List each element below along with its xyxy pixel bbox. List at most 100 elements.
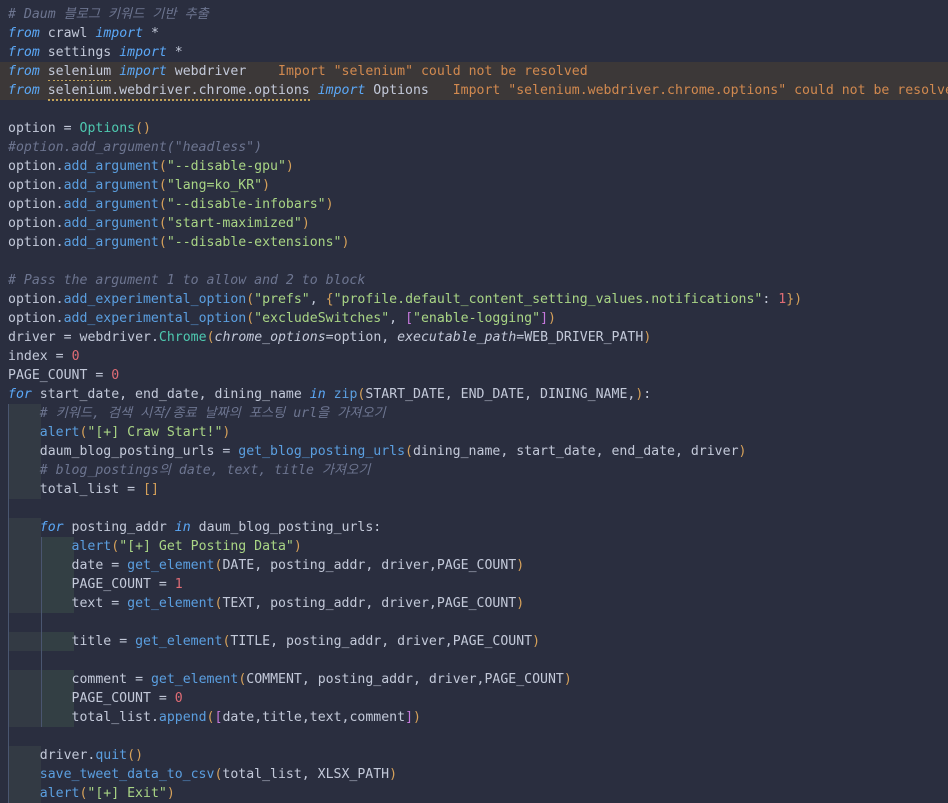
alert-get-posting-data: "[+] Get Posting Data" [119,539,294,554]
code-line-39-blank [0,727,948,746]
import-star: * [150,26,159,41]
function-get-element: get_element [150,672,239,687]
code-line-36[interactable]: comment = get_element(COMMENT, posting_a… [0,670,948,689]
function-get-element: get_element [135,634,223,649]
code-line-31[interactable]: PAGE_COUNT = 1 [0,575,948,594]
keyword-import: import [119,45,167,60]
arg-start-maximized: "start-maximized" [166,216,302,231]
code-line-17[interactable]: option.add_experimental_option("excludeS… [0,309,948,328]
code-line-19[interactable]: index = 0 [0,347,948,366]
keyword-for: for [39,520,64,535]
kwarg-chrome-options: chrome_options [214,330,326,345]
assign-operator: = [158,577,167,592]
keyword-from: from [8,64,40,79]
comment-keyword-date-url: # 키워드, 검색 시작/종료 날짜의 포스팅 url을 가져오기 [8,406,386,421]
assign-operator: = [95,368,104,383]
code-line-34[interactable]: title = get_element(TITLE, posting_addr,… [0,632,948,651]
save-csv-args: total_list, XLSX_PATH [222,767,390,782]
keyword-import: import [95,26,144,41]
code-line-26[interactable]: total_list = [] [0,480,948,499]
comment-text: # 키워드, 검색 시작/종료 날짜의 포스팅 url을 가져오기 [39,406,386,421]
obj-option: option [8,178,56,193]
var-option: option [8,121,56,136]
code-line-25[interactable]: # blog_postings의 date, text, title 가져오기 [0,461,948,480]
import-star: * [174,45,183,60]
code-line-1[interactable]: # Daum 블로그 키워드 기반 추출 [0,5,948,24]
code-line-21[interactable]: for start_date, end_date, dining_name in… [0,385,948,404]
method-add-argument: add_argument [63,197,159,212]
obj-option: option [8,197,56,212]
obj-option: option [8,216,56,231]
alert-craw-start: "[+] Craw Start!" [87,425,223,440]
code-line-7[interactable]: option = Options() [0,119,948,138]
dot: . [55,216,64,231]
code-line-4[interactable]: from selenium import webdriver Import "s… [0,62,948,82]
code-line-6-blank [0,100,948,119]
method-append: append [158,710,207,725]
keyword-from: from [8,26,40,41]
empty-list-literal: [] [143,482,159,497]
code-line-22[interactable]: # 키워드, 검색 시작/종료 날짜의 포스팅 url을 가져오기 [0,404,948,423]
assign-operator: = [111,558,120,573]
value-page-count: 1 [174,577,183,592]
dot: . [55,197,64,212]
code-line-15[interactable]: # Pass the argument 1 to allow and 2 to … [0,271,948,290]
assign-operator: = [111,596,120,611]
diagnostic-message-selenium: Import "selenium" could not be resolved [278,64,588,79]
code-line-41[interactable]: save_tweet_data_to_csv(total_list, XLSX_… [0,765,948,784]
code-line-13[interactable]: option.add_argument("--disable-extension… [0,233,948,252]
var-page-count: PAGE_COUNT [8,368,88,383]
comment-headless: #option.add_argument("headless") [8,140,263,155]
zip-args: START_DATE, END_DATE, DINING_NAME, [365,387,636,402]
get-element-args-date: DATE, posting_addr, driver,PAGE_COUNT [222,558,517,573]
var-daum-blog-posting-urls: daum_blog_posting_urls [39,444,215,459]
code-line-11[interactable]: option.add_argument("--disable-infobars"… [0,195,948,214]
code-line-10[interactable]: option.add_argument("lang=ko_KR") [0,176,948,195]
code-line-30[interactable]: date = get_element(DATE, posting_addr, d… [0,556,948,575]
code-line-24[interactable]: daum_blog_posting_urls = get_blog_postin… [0,442,948,461]
code-line-38[interactable]: total_list.append([date,title,text,comme… [0,708,948,727]
paren-close: ) [143,121,151,136]
code-line-40[interactable]: driver.quit() [0,746,948,765]
code-line-18[interactable]: driver = webdriver.Chrome(chrome_options… [0,328,948,347]
code-line-12[interactable]: option.add_argument("start-maximized") [0,214,948,233]
code-line-2[interactable]: from crawl import * [0,24,948,43]
method-add-argument: add_argument [63,235,159,250]
var-index: index [8,349,48,364]
code-line-33-blank [0,613,948,632]
arg-exclude-switches: "excludeSwitches" [254,311,390,326]
code-line-14-blank [0,252,948,271]
obj-option: option [8,159,56,174]
code-line-16[interactable]: option.add_experimental_option("prefs", … [0,290,948,309]
code-line-3[interactable]: from settings import * [0,43,948,62]
code-line-5[interactable]: from selenium.webdriver.chrome.options i… [0,81,948,101]
code-editor[interactable]: # Daum 블로그 키워드 기반 추출 from crawl import *… [0,0,948,803]
prefs-dict-key: "profile.default_content_setting_values.… [333,292,763,307]
code-line-29[interactable]: alert("[+] Get Posting Data") [0,537,948,556]
code-line-32[interactable]: text = get_element(TEXT, posting_addr, d… [0,594,948,613]
function-alert: alert [39,425,80,440]
dot: . [55,235,64,250]
code-line-37[interactable]: PAGE_COUNT = 0 [0,689,948,708]
get-blog-posting-urls-args: dining_name, start_date, end_date, drive… [412,444,739,459]
code-line-27-blank [0,499,948,518]
code-line-23[interactable]: alert("[+] Craw Start!") [0,423,948,442]
code-line-8[interactable]: #option.add_argument("headless") [0,138,948,157]
loop-iterable-urls: daum_blog_posting_urls [198,520,374,535]
loop-target-posting-addr: posting_addr [71,520,167,535]
method-quit: quit [95,748,128,763]
code-line-20[interactable]: PAGE_COUNT = 0 [0,366,948,385]
obj-option: option [8,235,56,250]
code-line-28[interactable]: for posting_addr in daum_blog_posting_ur… [0,518,948,537]
get-element-args-text: TEXT, posting_addr, driver,PAGE_COUNT [222,596,517,611]
method-add-argument: add_argument [63,216,159,231]
assign-operator: = [63,121,72,136]
class-chrome: Chrome [158,330,207,345]
arg-lang-ko-kr: "lang=ko_KR" [166,178,263,193]
loop-targets: start_date, end_date, dining_name [39,387,302,402]
code-line-42[interactable]: alert("[+] Exit") [0,784,948,803]
value-page-count: 0 [174,691,183,706]
code-content[interactable]: # Daum 블로그 키워드 기반 추출 from crawl import *… [0,0,948,803]
comment-daum-header: # Daum 블로그 키워드 기반 추출 [8,7,209,22]
code-line-9[interactable]: option.add_argument("--disable-gpu") [0,157,948,176]
